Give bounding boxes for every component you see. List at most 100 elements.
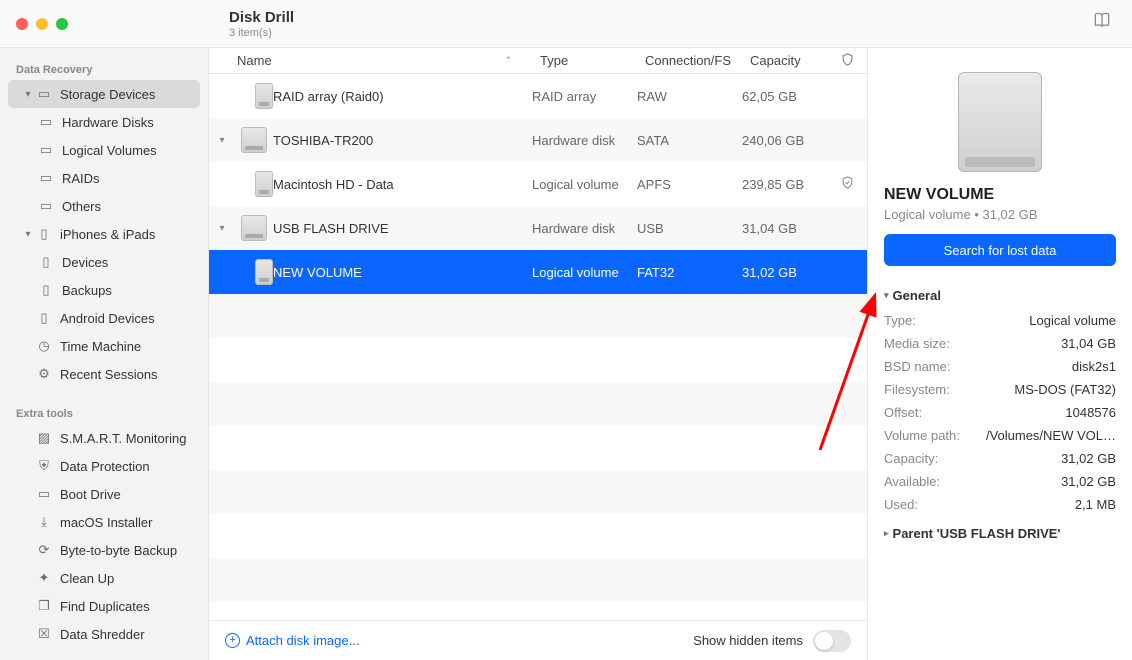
copy-icon: ❐ [36,598,52,614]
sidebar-item-find-duplicates[interactable]: ❐ Find Duplicates [8,592,200,620]
row-capacity: 31,02 GB [742,265,827,280]
drive-icon [241,127,267,153]
detail-key: Available: [884,474,940,489]
sidebar-item-storage-devices[interactable]: ▾ ▭ Storage Devices [8,80,200,108]
sidebar-item-raids[interactable]: ▭ RAIDs [8,164,200,192]
drive-icon-cell [235,171,273,197]
row-name: RAID array (Raid0) [273,89,532,104]
general-section-header[interactable]: ▾ General [884,288,1116,303]
sidebar-label: Find Duplicates [60,599,150,614]
column-headers: Name ⌃ Type Connection/FS Capacity [209,48,867,74]
sidebar-item-smart[interactable]: ▨ S.M.A.R.T. Monitoring [8,424,200,452]
detail-key: Capacity: [884,451,938,466]
sidebar-item-data-protection[interactable]: ⛨ Data Protection [8,452,200,480]
sort-ascending-icon: ⌃ [504,55,524,66]
row-shield [827,175,867,193]
row-type: Hardware disk [532,133,637,148]
sidebar-item-byte-backup[interactable]: ⟳ Byte-to-byte Backup [8,536,200,564]
detail-row: Type:Logical volume [884,309,1116,332]
sidebar-item-hardware-disks[interactable]: ▭ Hardware Disks [8,108,200,136]
detail-value: 2,1 MB [1075,497,1116,512]
detail-row: Media size:31,04 GB [884,332,1116,355]
sidebar-item-android[interactable]: ▯ Android Devices [8,304,200,332]
device-row[interactable]: RAID array (Raid0)RAID arrayRAW62,05 GB [209,74,867,118]
chevron-right-icon: ▸ [884,528,889,539]
row-capacity: 62,05 GB [742,89,827,104]
device-row[interactable]: ▾TOSHIBA-TR200Hardware diskSATA240,06 GB [209,118,867,162]
book-icon[interactable] [1092,11,1132,36]
general-label: General [893,288,941,303]
empty-row [209,294,867,338]
detail-row: Available: 31,02 GB [884,470,1116,493]
sidebar-item-devices[interactable]: ▯ Devices [8,248,200,276]
sidebar-item-others[interactable]: ▭ Others [8,192,200,220]
row-name: USB FLASH DRIVE [273,221,532,236]
sidebar-section-data-recovery: Data Recovery [0,58,208,80]
led-icon [1027,159,1032,164]
row-connection: FAT32 [637,265,742,280]
sidebar-item-boot-drive[interactable]: ▭ Boot Drive [8,480,200,508]
sidebar-label: Others [62,199,101,214]
item-count: 3 item(s) [229,27,1092,39]
show-hidden-toggle[interactable] [813,630,851,652]
column-type[interactable]: Type [532,53,637,68]
minimize-window-button[interactable] [36,18,48,30]
drive-icon-cell [235,83,273,109]
empty-row [209,426,867,470]
sidebar-label: Android Devices [60,311,155,326]
column-capacity[interactable]: Capacity [742,53,827,68]
detail-key: BSD name: [884,359,950,374]
disclosure-icon: ▾ [209,223,235,234]
detail-row: Capacity:31,02 GB [884,447,1116,470]
sidebar-item-recent-sessions[interactable]: ⚙ Recent Sessions [8,360,200,388]
sidebar-item-logical-volumes[interactable]: ▭ Logical Volumes [8,136,200,164]
close-window-button[interactable] [16,18,28,30]
sidebar-item-backups[interactable]: ▯ Backups [8,276,200,304]
detail-row: Used:2,1 MB [884,493,1116,516]
search-lost-data-button[interactable]: Search for lost data [884,234,1116,266]
sidebar-item-time-machine[interactable]: ◷ Time Machine [8,332,200,360]
attach-disk-image-link[interactable]: + Attach disk image... [225,633,359,648]
row-connection: USB [637,221,742,236]
general-kv-list: Type:Logical volumeMedia size:31,04 GB BS… [884,309,1116,516]
detail-row: Filesystem:MS-DOS (FAT32) [884,378,1116,401]
row-capacity: 31,04 GB [742,221,827,236]
empty-row [209,558,867,602]
detail-value: MS-DOS (FAT32) [1014,382,1116,397]
device-row[interactable]: Macintosh HD - DataLogical volumeAPFS239… [209,162,867,206]
fullscreen-window-button[interactable] [56,18,68,30]
sidebar-label: Byte-to-byte Backup [60,543,177,558]
detail-key: Volume path: [884,428,960,443]
disk-icon: ▭ [38,142,54,158]
sidebar-label: Data Protection [60,459,150,474]
phone-icon: ▯ [36,310,52,326]
sidebar-label: Hardware Disks [62,115,154,130]
phone-icon: ▯ [38,282,54,298]
show-hidden-label: Show hidden items [693,633,803,648]
detail-value: disk2s1 [1072,359,1116,374]
sidebar-label: Storage Devices [60,87,155,102]
sidebar-item-macos-installer[interactable]: ⤓ macOS Installer [8,508,200,536]
detail-value: 31,02 GB [1061,474,1116,489]
device-list-pane: Name ⌃ Type Connection/FS Capacity RAID … [209,48,868,660]
device-row[interactable]: ▾USB FLASH DRIVEHardware diskUSB31,04 GB [209,206,867,250]
detail-value: 1048576 [1065,405,1116,420]
sidebar-item-iphones-ipads[interactable]: ▾ ▯ iPhones & iPads [8,220,200,248]
sidebar-label: Clean Up [60,571,114,586]
parent-section-header[interactable]: ▸ Parent 'USB FLASH DRIVE' [884,526,1116,541]
device-row[interactable]: NEW VOLUMELogical volumeFAT3231,02 GB [209,250,867,294]
column-connection[interactable]: Connection/FS [637,53,742,68]
details-title: NEW VOLUME [884,186,1116,204]
sidebar-label: Logical Volumes [62,143,157,158]
sidebar-label: iPhones & iPads [60,227,155,242]
row-connection: SATA [637,133,742,148]
sidebar-item-clean-up[interactable]: ✦ Clean Up [8,564,200,592]
column-name[interactable]: Name ⌃ [209,53,532,68]
plus-circle-icon: + [225,633,240,648]
drive-icon-cell [235,215,273,241]
titlebar: Disk Drill 3 item(s) [0,0,1132,48]
sidebar-item-data-shredder[interactable]: ☒ Data Shredder [8,620,200,648]
column-shield[interactable] [827,52,867,70]
row-name: NEW VOLUME [273,265,532,280]
sidebar-label: RAIDs [62,171,100,186]
